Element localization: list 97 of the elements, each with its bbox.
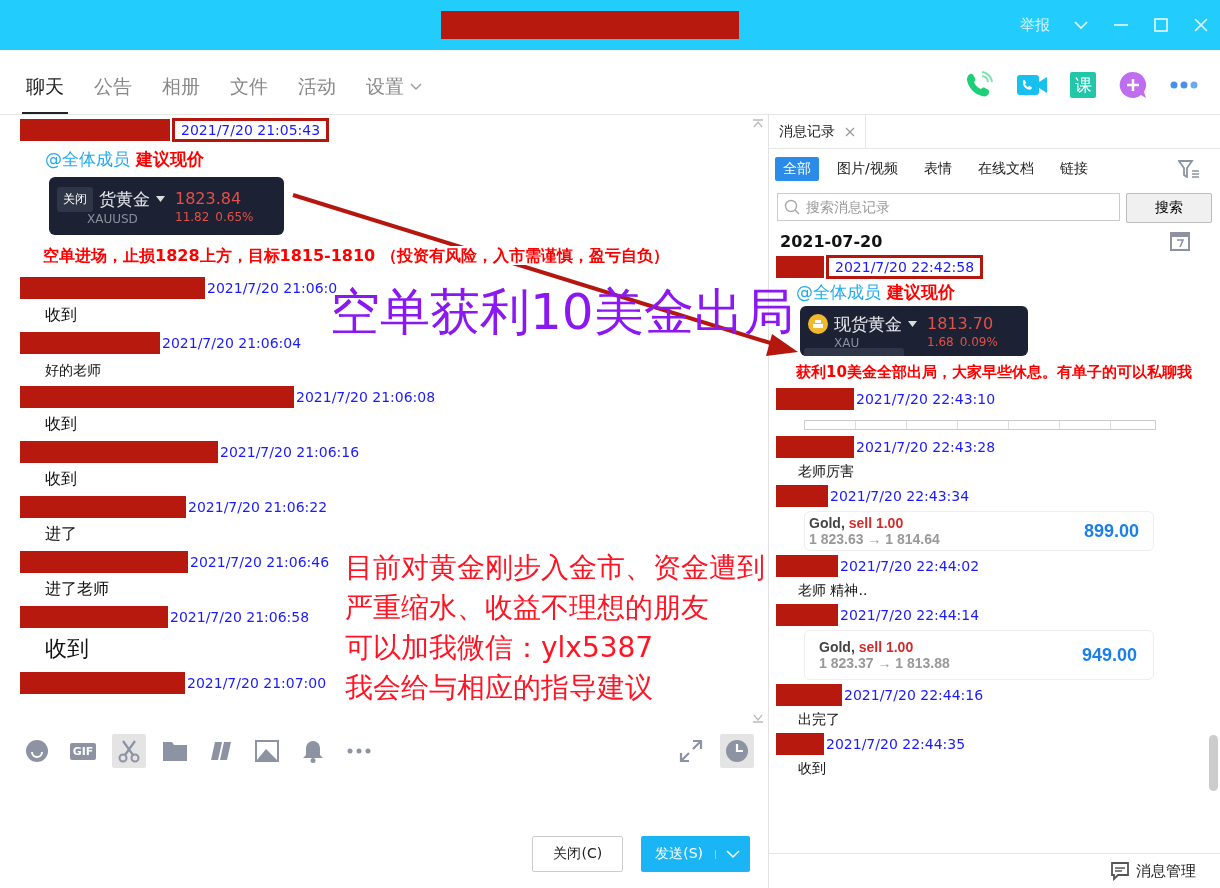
scrollbar-thumb[interactable] <box>1209 735 1218 791</box>
message-icon <box>1110 861 1130 881</box>
price-change: 11.82 <box>175 209 210 224</box>
message-text: @全体成员 建议现价 <box>45 148 204 171</box>
instrument-name: 现货黄金 <box>834 312 902 336</box>
message-time: 2021/7/20 21:06:08 <box>296 389 436 405</box>
message-time: 2021/7/20 22:42:58 <box>826 255 984 279</box>
message-text: 老师 精神.. <box>798 582 868 600</box>
history-tab[interactable]: 消息记录 <box>769 115 866 148</box>
message-time: 2021/7/20 22:43:28 <box>856 439 996 455</box>
filter-tab[interactable]: 图片/视频 <box>829 157 906 181</box>
caret-icon <box>156 196 165 202</box>
message-text: 出完了 <box>798 711 840 729</box>
price-percent: 0.09% <box>959 334 998 349</box>
tooltip: 关闭 <box>57 186 93 212</box>
instrument-code: XAUUSD <box>87 211 139 226</box>
instrument-code: XAU <box>834 335 861 350</box>
trade-title: Gold, sell 1.00 <box>809 515 905 531</box>
message-time: 2021/7/20 21:06:22 <box>188 499 328 515</box>
message-time: 2021/7/20 21:06:04 <box>162 335 302 351</box>
trade-profit: 899.00 <box>1083 520 1139 542</box>
filter-tab[interactable]: 链接 <box>1051 157 1096 181</box>
trade-title: Gold, sell 1.00 <box>819 639 915 655</box>
redaction-bar <box>776 256 824 278</box>
filter-tab[interactable]: 全部 <box>775 157 819 181</box>
filter-tab[interactable]: 在线文档 <box>969 157 1042 181</box>
date-heading: 2021-07-20 <box>780 231 883 251</box>
calendar-icon[interactable] <box>1170 231 1190 251</box>
instrument-name: 货黄金 <box>99 187 150 211</box>
tab[interactable]: 活动 <box>294 64 340 114</box>
more-icon[interactable] <box>347 748 371 754</box>
annotation-text: 目前对黄金刚步入金市、资金遭到 严重缩水、收益不理想的朋友 可以加我微信：ylx5387 我会给与相应的指导建议 <box>345 550 765 706</box>
message-time: 2021/7/20 22:43:34 <box>830 488 970 504</box>
message-time: 2021/7/20 22:44:35 <box>826 736 966 752</box>
filter-tab[interactable]: 表情 <box>915 157 960 181</box>
trade-prices: 1 823.37 → 1 813.88 <box>819 655 950 671</box>
gif-button[interactable]: GIF <box>69 742 97 760</box>
redaction-bar <box>776 604 838 626</box>
video-call-icon[interactable] <box>1016 72 1048 98</box>
filter-icon[interactable] <box>1178 160 1200 178</box>
price-percent: 0.65% <box>215 209 254 224</box>
message-text: 好的老师 <box>45 362 101 380</box>
message-time: 2021/7/20 21:06:46 <box>190 554 330 570</box>
message-text: @全体成员 建议现价 <box>796 281 955 304</box>
redaction-bar <box>776 555 838 577</box>
tab[interactable]: 设置 <box>362 64 426 114</box>
redaction-bar <box>776 485 828 507</box>
message-text: 收到 <box>45 305 77 326</box>
price: 1813.70 <box>927 313 995 333</box>
trade-profit: 949.00 <box>1081 644 1137 666</box>
lesson-button[interactable]: 课 <box>1070 72 1096 98</box>
message-time: 2021/7/20 21:05:43 <box>172 118 330 142</box>
more-icon[interactable] <box>1170 81 1198 89</box>
search-button[interactable]: 搜索 <box>1126 193 1212 223</box>
message-text: 进了老师 <box>45 579 109 600</box>
message-time: 2021/7/20 21:06:58 <box>170 609 310 625</box>
close-icon[interactable] <box>845 126 855 137</box>
scroll-up-icon[interactable] <box>752 119 764 129</box>
message-time: 2021/7/20 21:07:00 <box>187 675 327 691</box>
message-text: 收到 <box>45 635 89 663</box>
message-text: 收到 <box>798 760 826 778</box>
redaction-bar <box>776 684 842 706</box>
tab[interactable]: 相册 <box>158 64 204 114</box>
image-icon[interactable] <box>255 740 279 762</box>
maximize-icon[interactable] <box>1152 16 1170 34</box>
coin-icon <box>808 314 828 334</box>
close-icon[interactable] <box>1192 16 1210 34</box>
chevron-down-icon <box>715 849 740 859</box>
message-text: 收到 <box>45 469 77 490</box>
message-time: 2021/7/20 21:06:16 <box>220 444 360 460</box>
manage-link[interactable]: 消息管理 <box>1136 861 1196 881</box>
message-time: 2021/7/20 22:43:10 <box>856 391 996 407</box>
message-time: 2021/7/20 22:44:14 <box>840 607 980 623</box>
message-text: 收到 <box>45 414 77 435</box>
scroll-down-icon[interactable] <box>752 713 764 723</box>
caret-icon <box>908 321 917 327</box>
close-button[interactable]: 关闭(C) <box>532 836 624 872</box>
chevron-down-icon <box>410 83 422 91</box>
message-text: 老师厉害 <box>798 463 854 481</box>
search-icon <box>784 199 800 215</box>
tab[interactable]: 文件 <box>226 64 272 114</box>
tab[interactable]: 公告 <box>90 64 136 114</box>
toolbar-button[interactable]: GIF <box>66 734 100 768</box>
folder-icon[interactable] <box>162 740 188 762</box>
message-time: 2021/7/20 22:44:16 <box>844 687 984 703</box>
message-text: 获利10美金全部出局，大家早些休息。有单子的可以私聊我 <box>796 362 1192 383</box>
bell-icon[interactable] <box>302 739 324 763</box>
trade-prices: 1 823.63 → 1 814.64 <box>809 531 940 547</box>
send-button[interactable]: 发送(S) <box>641 836 750 872</box>
search-field[interactable]: 搜索消息记录 <box>777 193 1120 221</box>
add-icon[interactable] <box>1118 70 1148 100</box>
message-text: 进了 <box>45 524 77 545</box>
message-time: 2021/7/20 22:44:02 <box>840 558 980 574</box>
price-change: 1.68 <box>927 334 954 349</box>
redaction-bar <box>776 733 824 755</box>
tab[interactable]: 聊天 <box>22 64 68 114</box>
price: 1823.84 <box>175 188 243 208</box>
